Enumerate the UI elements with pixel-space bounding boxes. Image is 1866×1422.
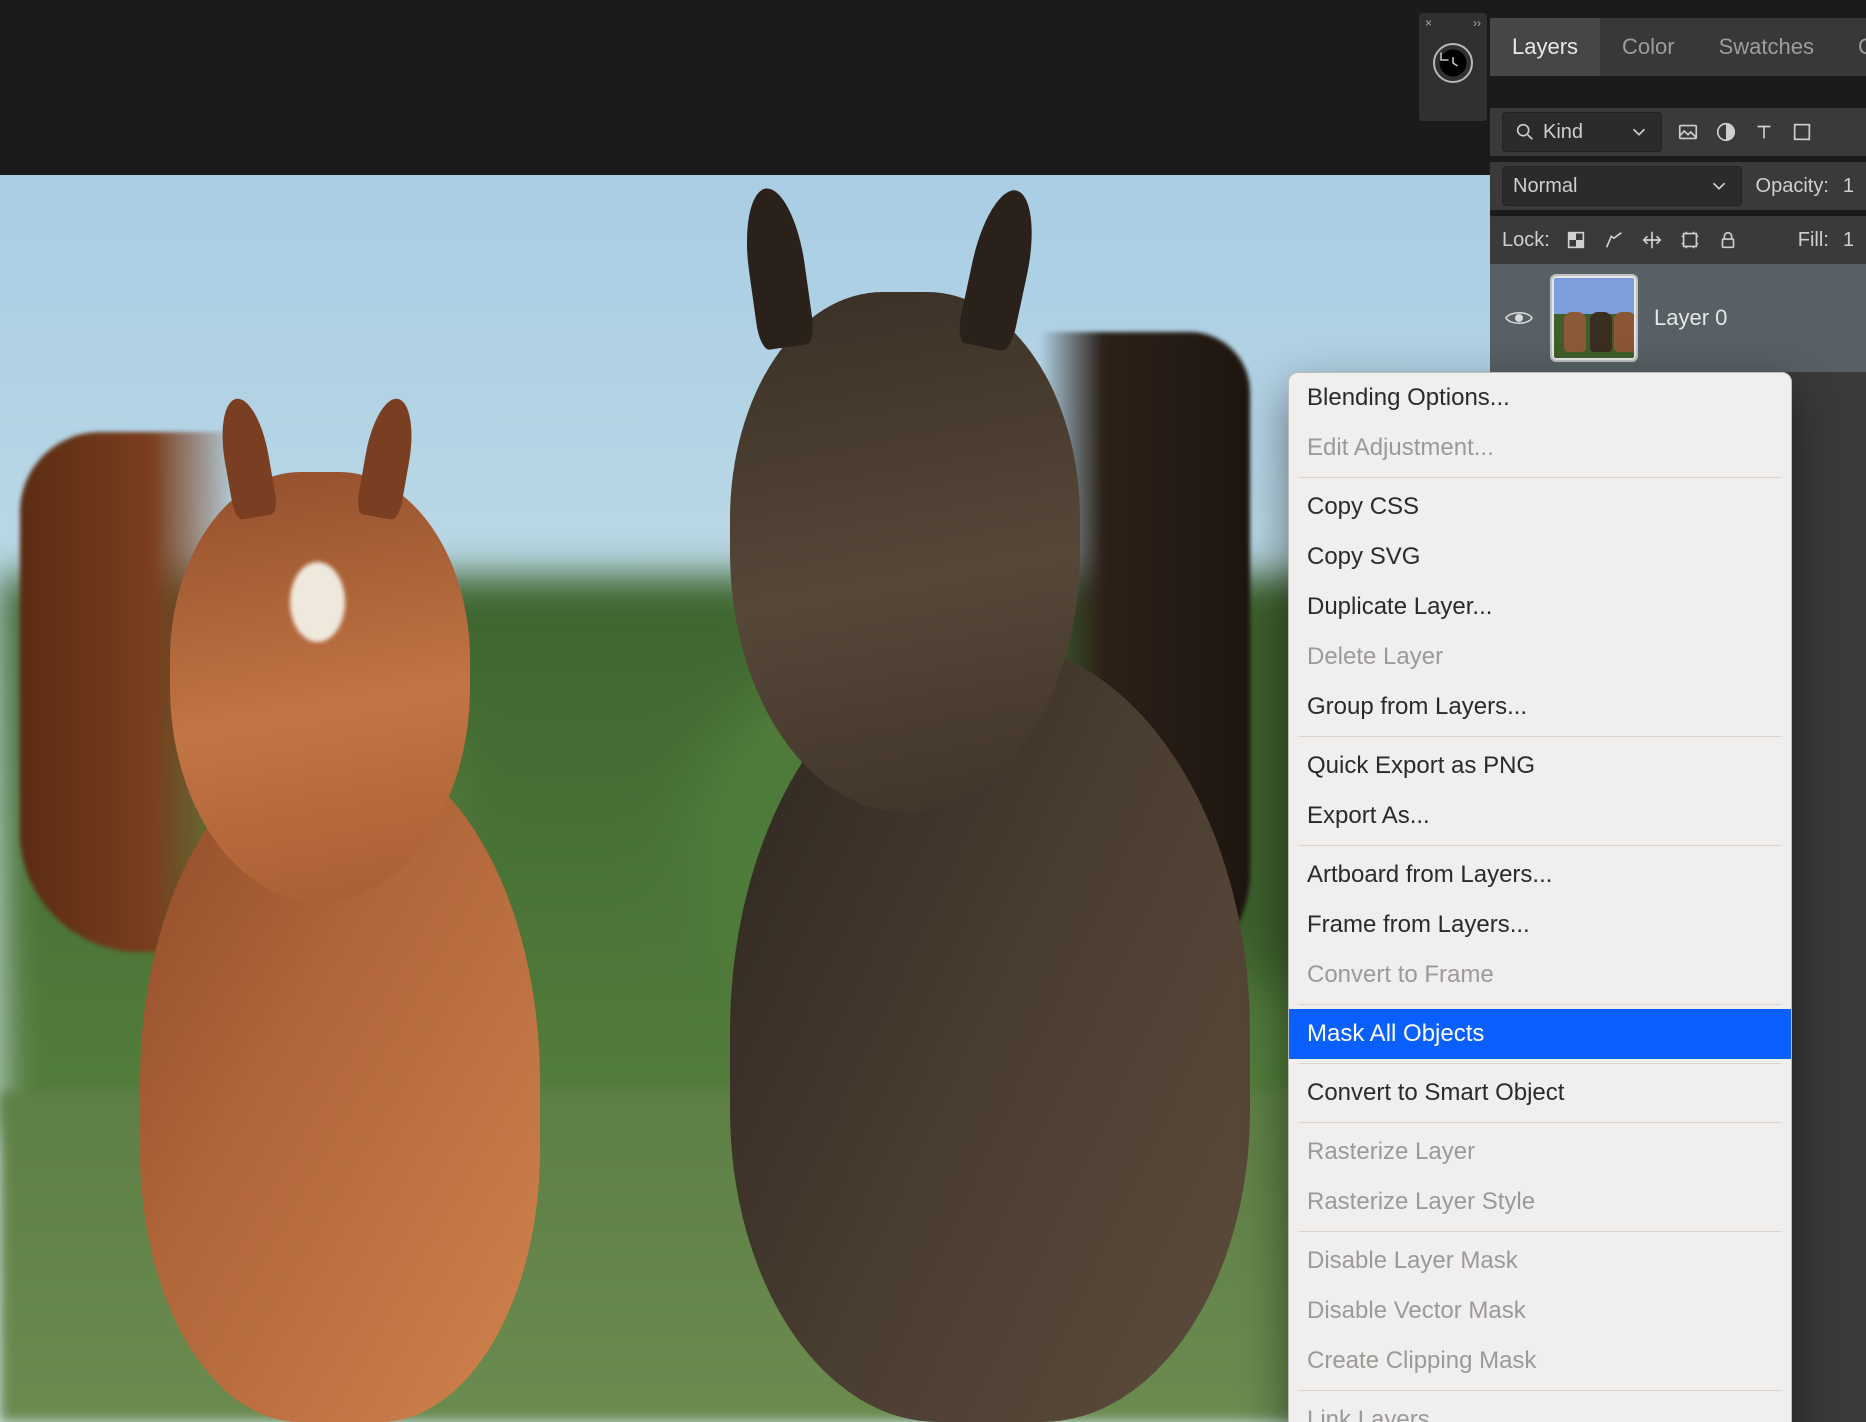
context-menu-item: Rasterize Layer Style <box>1289 1177 1791 1227</box>
chevron-down-icon <box>1707 174 1731 198</box>
lock-position-icon[interactable] <box>1640 228 1664 252</box>
context-menu-item[interactable]: Copy SVG <box>1289 532 1791 582</box>
context-menu-item: Edit Adjustment... <box>1289 423 1791 473</box>
tab-color[interactable]: Color <box>1600 18 1697 76</box>
layer-filter-kind-select[interactable]: Kind <box>1502 112 1662 152</box>
context-menu-item: Convert to Frame <box>1289 950 1791 1000</box>
blend-mode-select[interactable]: Normal <box>1502 166 1742 206</box>
filter-image-icon[interactable] <box>1676 120 1700 144</box>
context-menu-item: Delete Layer <box>1289 632 1791 682</box>
context-menu-item: Rasterize Layer <box>1289 1127 1791 1177</box>
context-menu-item[interactable]: Artboard from Layers... <box>1289 850 1791 900</box>
tab-swatches[interactable]: Swatches <box>1697 18 1836 76</box>
context-menu-item[interactable]: Blending Options... <box>1289 373 1791 423</box>
chevron-down-icon <box>1627 120 1651 144</box>
close-icon[interactable]: × <box>1425 16 1432 30</box>
layer-filter-kind-label: Kind <box>1543 121 1583 144</box>
fill-label: Fill: <box>1798 229 1829 252</box>
context-menu-item[interactable]: Group from Layers... <box>1289 682 1791 732</box>
context-menu-item[interactable]: Copy CSS <box>1289 482 1791 532</box>
context-menu-item[interactable]: Mask All Objects <box>1289 1009 1791 1059</box>
layer-context-menu[interactable]: Blending Options...Edit Adjustment... Cop… <box>1288 372 1792 1422</box>
lock-row: Lock: Fill: 1 <box>1490 216 1866 264</box>
opacity-label: Opacity: <box>1756 175 1829 198</box>
lock-pixels-icon[interactable] <box>1602 228 1626 252</box>
lock-label: Lock: <box>1502 229 1550 252</box>
panel-tabs: Layers Color Swatches Gra <box>1490 18 1866 76</box>
lock-artboard-icon[interactable] <box>1678 228 1702 252</box>
opacity-value[interactable]: 1 <box>1843 175 1854 198</box>
history-palette-collapsed[interactable]: × ›› <box>1418 12 1488 122</box>
context-menu-item: Disable Vector Mask <box>1289 1286 1791 1336</box>
canvas-image[interactable] <box>0 175 1490 1422</box>
context-menu-item[interactable]: Quick Export as PNG <box>1289 741 1791 791</box>
blend-row: Normal Opacity: 1 <box>1490 162 1866 210</box>
context-menu-item[interactable]: Export As... <box>1289 791 1791 841</box>
context-menu-item[interactable]: Duplicate Layer... <box>1289 582 1791 632</box>
filter-type-icon[interactable] <box>1752 120 1776 144</box>
visibility-eye-icon[interactable] <box>1504 308 1534 328</box>
filter-shape-icon[interactable] <box>1790 120 1814 144</box>
fill-value[interactable]: 1 <box>1843 229 1854 252</box>
canvas-area[interactable] <box>0 0 1490 1422</box>
context-menu-item: Disable Layer Mask <box>1289 1236 1791 1286</box>
context-menu-item: Create Clipping Mask <box>1289 1336 1791 1386</box>
expand-icon[interactable]: ›› <box>1473 16 1481 30</box>
layer-row[interactable]: Layer 0 <box>1490 264 1866 372</box>
history-icon[interactable] <box>1433 43 1473 83</box>
photo-horse-left <box>0 422 680 1422</box>
layer-name[interactable]: Layer 0 <box>1654 305 1727 331</box>
lock-transparency-icon[interactable] <box>1564 228 1588 252</box>
layer-thumbnail[interactable] <box>1552 276 1636 360</box>
context-menu-item: Link Layers <box>1289 1395 1791 1422</box>
filter-adjustment-icon[interactable] <box>1714 120 1738 144</box>
layer-filter-bar: Kind <box>1490 108 1866 156</box>
canvas-pasteboard <box>0 0 1490 175</box>
lock-all-icon[interactable] <box>1716 228 1740 252</box>
context-menu-item[interactable]: Convert to Smart Object <box>1289 1068 1791 1118</box>
context-menu-item[interactable]: Frame from Layers... <box>1289 900 1791 950</box>
tab-gradients[interactable]: Gra <box>1836 18 1866 76</box>
tab-layers[interactable]: Layers <box>1490 18 1600 76</box>
blend-mode-value: Normal <box>1513 175 1577 198</box>
search-icon <box>1513 120 1537 144</box>
